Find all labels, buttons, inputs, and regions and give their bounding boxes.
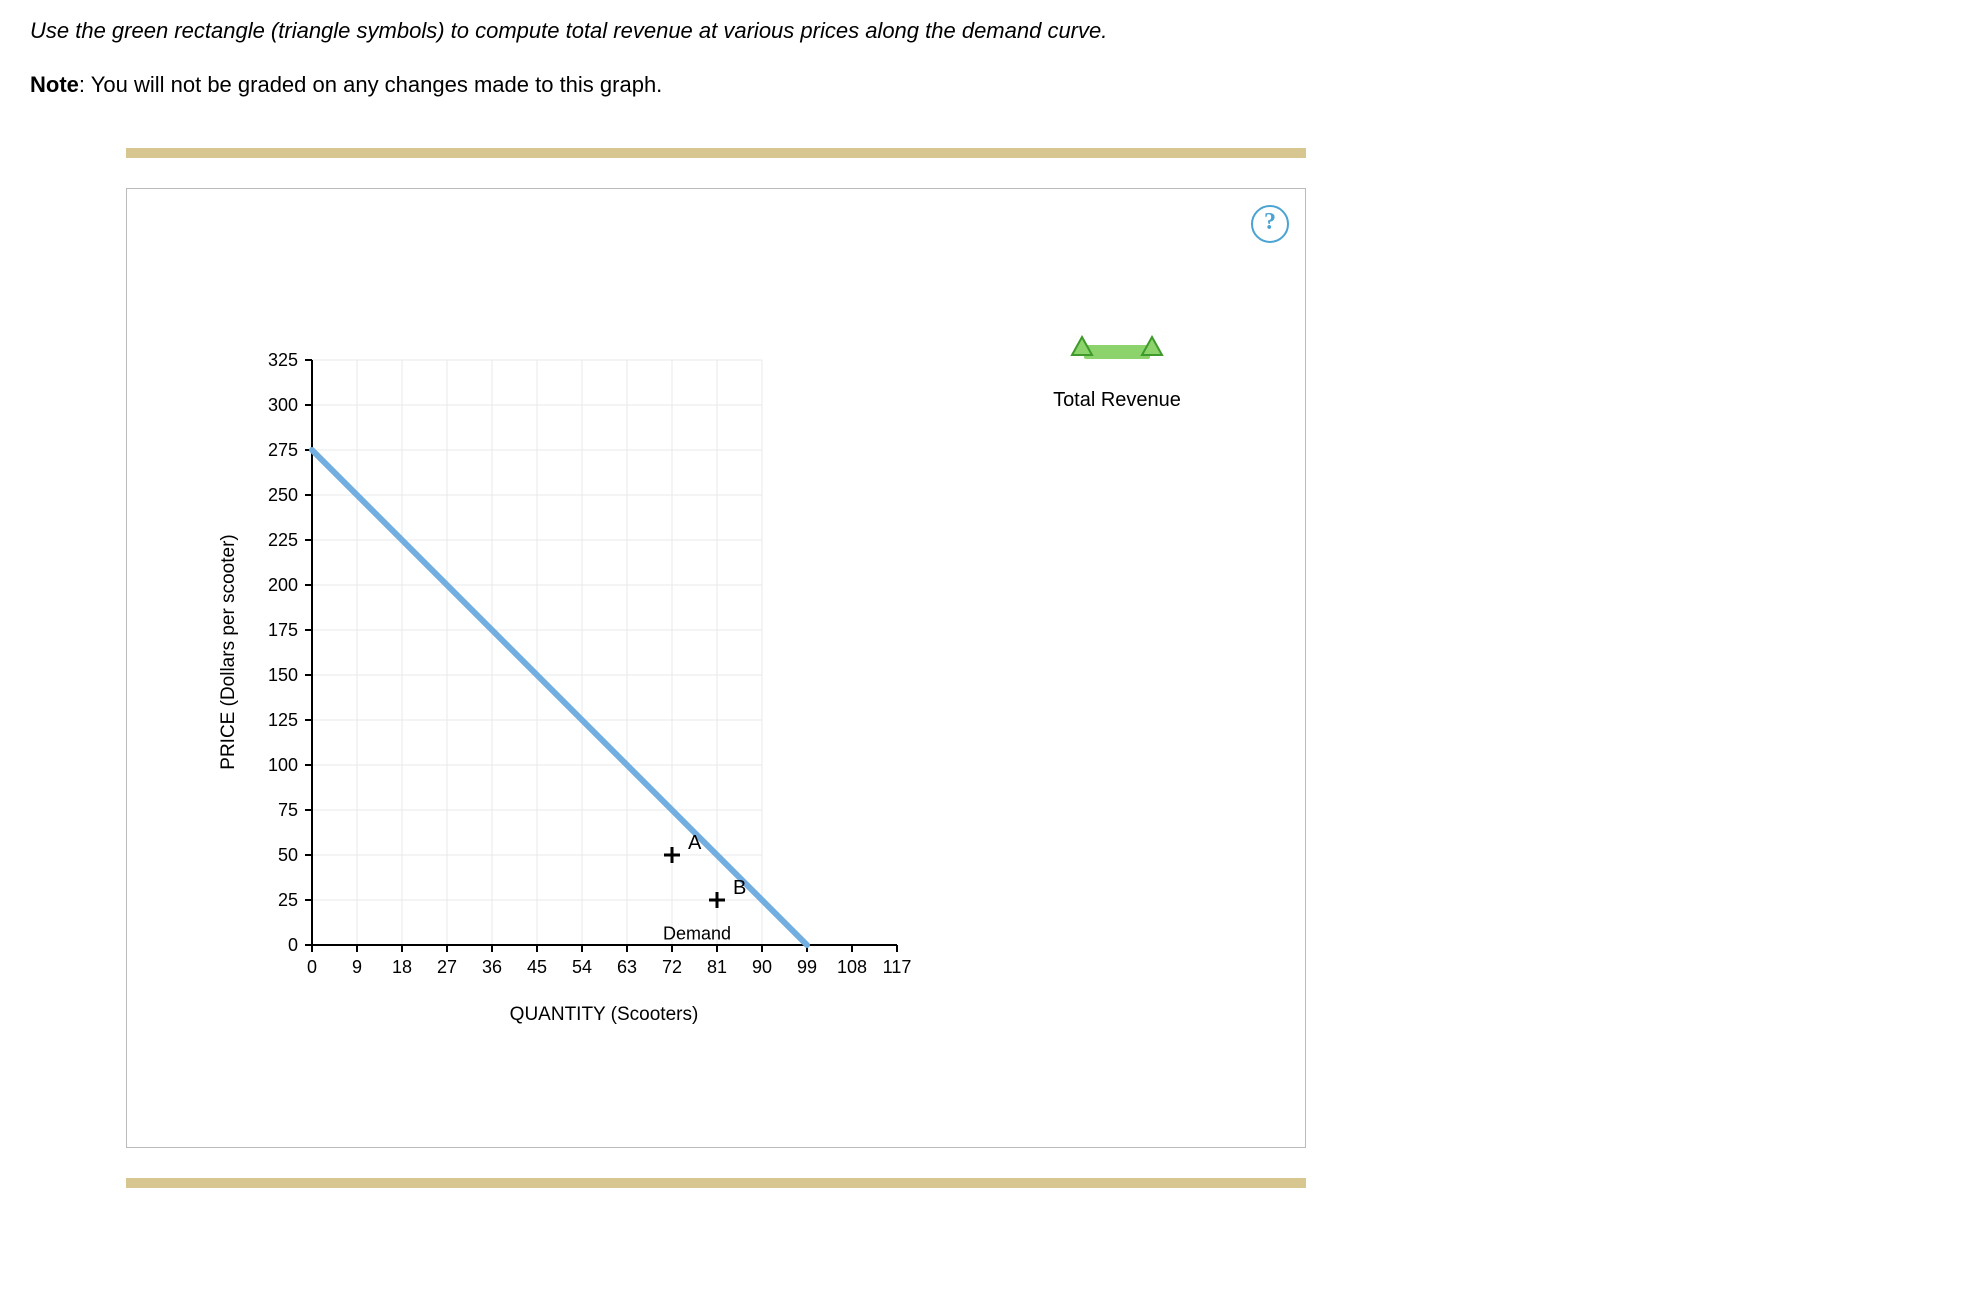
point-B[interactable]: B (709, 877, 746, 908)
divider-bottom (126, 1178, 1306, 1188)
legend: Total Revenue (987, 339, 1247, 412)
help-button[interactable]: ? (1251, 205, 1289, 243)
svg-text:275: 275 (268, 440, 298, 460)
instruction-text: Use the green rectangle (triangle symbol… (30, 18, 1936, 44)
chart-svg: 0 9 18 27 36 45 54 63 72 81 90 99 108 117 0 25 50 75 100 12… (267, 315, 927, 995)
svg-text:36: 36 (482, 957, 502, 977)
svg-text:100: 100 (268, 755, 298, 775)
svg-text:175: 175 (268, 620, 298, 640)
svg-text:125: 125 (268, 710, 298, 730)
svg-text:0: 0 (288, 935, 298, 955)
svg-text:27: 27 (437, 957, 457, 977)
svg-text:0: 0 (307, 957, 317, 977)
svg-text:150: 150 (268, 665, 298, 685)
svg-text:72: 72 (662, 957, 682, 977)
svg-text:63: 63 (617, 957, 637, 977)
x-axis-title: QUANTITY (Scooters) (510, 1004, 699, 1025)
svg-text:117: 117 (883, 957, 912, 977)
graph-panel: ? Total Revenue (126, 188, 1306, 1148)
svg-text:225: 225 (268, 530, 298, 550)
svg-text:45: 45 (527, 957, 547, 977)
point-A[interactable]: A (664, 832, 702, 863)
svg-text:300: 300 (268, 395, 298, 415)
demand-curve[interactable] (312, 450, 807, 945)
triangle-handle-left-icon (1070, 335, 1094, 369)
svg-text:18: 18 (392, 957, 412, 977)
page-root: Use the green rectangle (triangle symbol… (0, 0, 1966, 1297)
svg-text:9: 9 (352, 957, 362, 977)
note-text: : You will not be graded on any changes … (79, 72, 662, 97)
svg-text:200: 200 (268, 575, 298, 595)
point-label-A: A (688, 832, 702, 854)
legend-title: Total Revenue (987, 389, 1247, 412)
svg-text:75: 75 (278, 800, 298, 820)
note-line: Note: You will not be graded on any chan… (30, 72, 1936, 98)
svg-text:99: 99 (797, 957, 817, 977)
svg-text:50: 50 (278, 845, 298, 865)
plot-area[interactable]: 0 9 18 27 36 45 54 63 72 81 90 99 108 117 0 25 50 75 100 12… (267, 315, 927, 995)
note-label: Note (30, 72, 79, 97)
point-label-B: B (733, 877, 746, 899)
svg-text:250: 250 (268, 485, 298, 505)
svg-text:81: 81 (707, 957, 727, 977)
svg-text:90: 90 (752, 957, 772, 977)
total-revenue-tool[interactable] (1072, 339, 1162, 365)
svg-text:54: 54 (572, 957, 592, 977)
svg-text:25: 25 (278, 890, 298, 910)
divider-top (126, 148, 1306, 158)
triangle-handle-right-icon (1140, 335, 1164, 369)
y-axis-title: PRICE (Dollars per scooter) (218, 534, 239, 769)
svg-text:108: 108 (837, 957, 867, 977)
demand-label: Demand (663, 924, 731, 944)
svg-text:325: 325 (268, 350, 298, 370)
